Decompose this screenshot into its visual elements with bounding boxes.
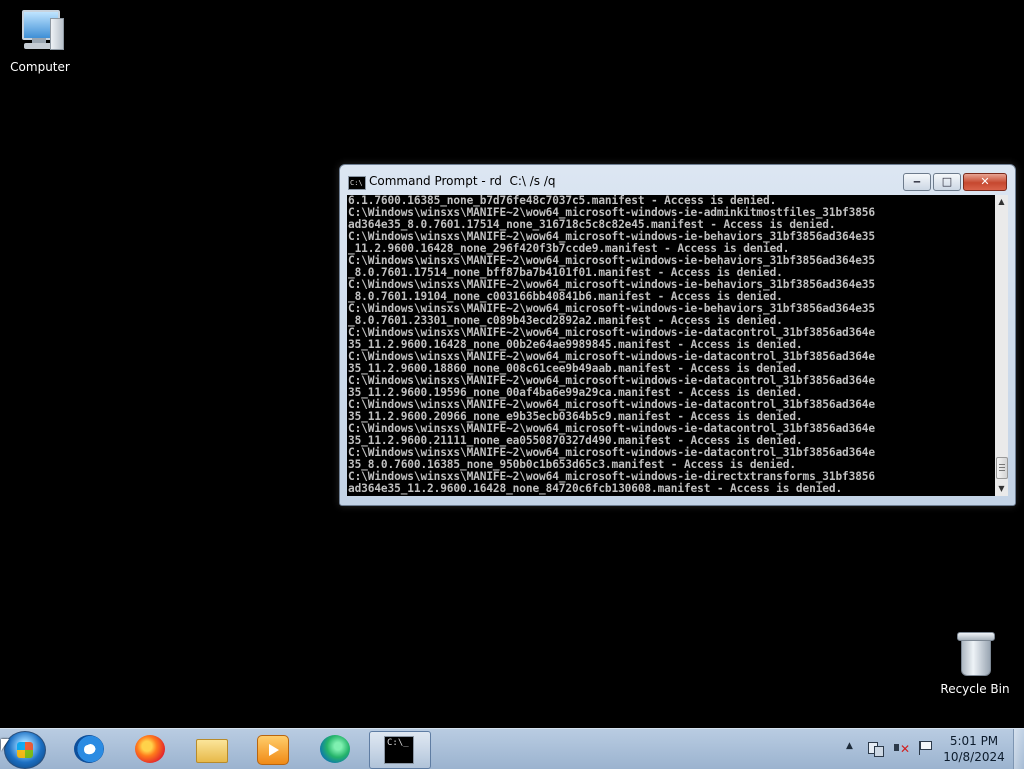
- taskbar-app-edge[interactable]: [306, 731, 364, 767]
- window-titlebar[interactable]: C:\ Command Prompt - rd C:\ /s /q ‒ □ ✕: [340, 165, 1015, 195]
- console-line: ad364e35_11.2.9600.16428_none_84720c6fcb…: [348, 482, 843, 495]
- taskbar-app-windows-explorer[interactable]: [182, 731, 240, 767]
- console-output[interactable]: 6.1.7600.16385_none_b7d76fe48c7037c5.man…: [347, 195, 995, 496]
- folder-icon: [196, 739, 228, 763]
- maximize-button[interactable]: □: [933, 173, 961, 191]
- mouse-cursor-icon: [1, 739, 9, 751]
- minimize-icon: ‒: [913, 175, 921, 188]
- window-title: Command Prompt - rd C:\ /s /q: [369, 174, 556, 188]
- edge-icon: [320, 735, 350, 763]
- computer-icon: [16, 8, 64, 56]
- scroll-down-icon[interactable]: ▼: [995, 482, 1008, 496]
- volume-muted-icon[interactable]: ✕: [894, 740, 910, 756]
- start-button[interactable]: [4, 731, 46, 769]
- clock[interactable]: 5:01 PM 10/8/2024: [938, 733, 1010, 765]
- ie-icon: e: [74, 735, 104, 763]
- desktop-icon-label: Recycle Bin: [940, 682, 1010, 696]
- clock-time: 5:01 PM: [949, 734, 999, 748]
- desktop-icon-label: Computer: [10, 60, 70, 74]
- close-button[interactable]: ✕: [963, 173, 1007, 191]
- system-tray: ▲ ✕ 5:01 PM 10/8/2024: [842, 729, 1024, 769]
- command-prompt-window[interactable]: C:\ Command Prompt - rd C:\ /s /q ‒ □ ✕ …: [339, 164, 1016, 506]
- windows-logo-icon: [17, 742, 33, 758]
- media-player-icon: [257, 735, 289, 765]
- firefox-icon: [135, 735, 165, 763]
- taskbar-app-internet-explorer[interactable]: e: [60, 731, 118, 767]
- network-icon[interactable]: [868, 740, 884, 757]
- taskbar-app-command-prompt[interactable]: C:\_: [369, 731, 431, 769]
- recycle-bin-icon: [951, 630, 999, 678]
- desktop-icon-computer[interactable]: Computer: [0, 8, 80, 74]
- desktop-icon-recycle-bin[interactable]: Recycle Bin: [935, 630, 1015, 696]
- vertical-scrollbar[interactable]: ▲ ▼: [995, 195, 1008, 496]
- show-desktop-button[interactable]: [1013, 729, 1024, 769]
- close-icon: ✕: [980, 175, 990, 188]
- window-controls: ‒ □ ✕: [901, 173, 1007, 191]
- cmd-icon: C:\_: [384, 736, 414, 764]
- action-center-flag-icon[interactable]: [918, 740, 932, 756]
- taskbar-app-firefox[interactable]: [121, 731, 179, 767]
- cmd-icon: C:\: [348, 176, 366, 190]
- scroll-up-icon[interactable]: ▲: [995, 195, 1008, 209]
- clock-date: 10/8/2024: [943, 750, 1005, 764]
- console-text: 6.1.7600.16385_none_b7d76fe48c7037c5.man…: [347, 195, 995, 495]
- maximize-icon: □: [941, 175, 953, 188]
- taskbar-app-media-player[interactable]: [243, 731, 301, 767]
- scroll-thumb[interactable]: [996, 457, 1008, 479]
- minimize-button[interactable]: ‒: [903, 173, 931, 191]
- taskbar: e C:\_ ▲ ✕ 5:01 PM 10/8/2024: [0, 728, 1024, 769]
- show-hidden-icons-icon[interactable]: ▲: [846, 741, 853, 751]
